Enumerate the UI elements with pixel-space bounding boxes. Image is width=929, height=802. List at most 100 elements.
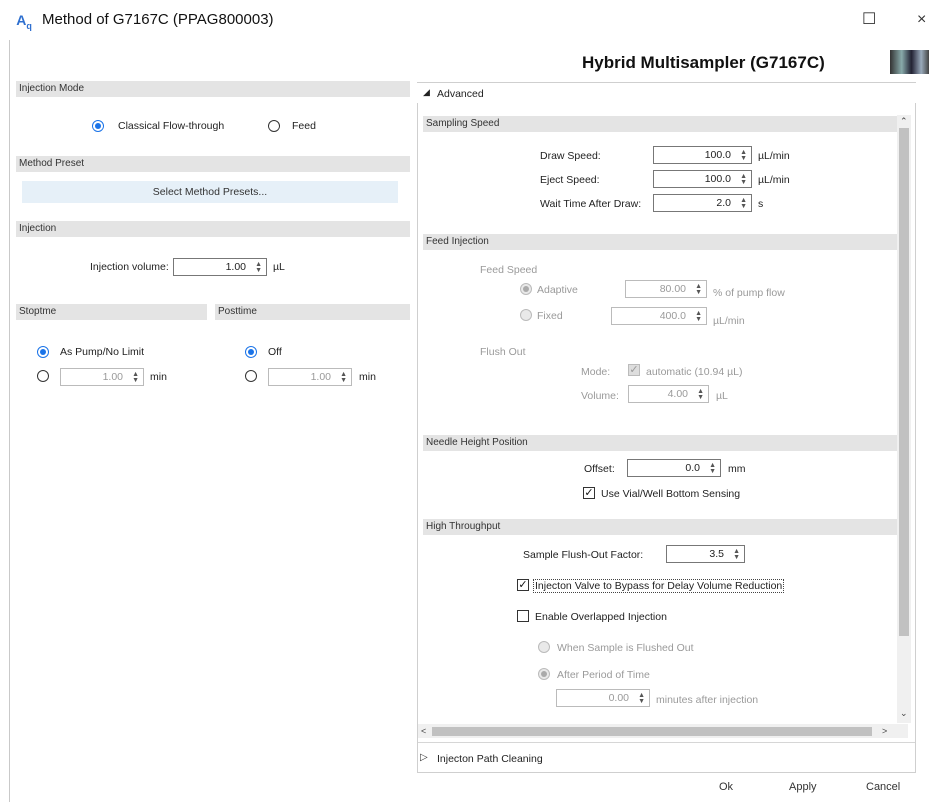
as-pump-no-limit-label: As Pump/No Limit xyxy=(60,346,145,358)
spin-down-icon[interactable]: ▼ xyxy=(709,468,716,475)
radio-posttime-off[interactable] xyxy=(245,346,257,358)
collapse-triangle-icon[interactable]: ◢ xyxy=(423,87,430,98)
posttime-header: Posttime xyxy=(215,304,410,320)
injection-mode-header: Injection Mode xyxy=(16,81,410,97)
wait-time-value: 2.0 xyxy=(716,197,731,209)
wait-time-input[interactable]: 2.0 ▲ ▼ xyxy=(653,194,752,212)
horizontal-scroll-thumb[interactable] xyxy=(432,727,872,736)
stoptime-header: Stoptme xyxy=(16,304,207,320)
flush-out-label: Flush Out xyxy=(480,346,526,358)
flush-volume-label: Volume: xyxy=(581,390,619,402)
adaptive-input[interactable]: 80.00 ▲ ▼ xyxy=(625,280,707,298)
adaptive-value: 80.00 xyxy=(659,283,686,295)
injection-volume-value: 1.00 xyxy=(225,261,246,273)
period-value: 0.00 xyxy=(608,692,629,704)
maximize-icon[interactable]: ☐ xyxy=(862,10,876,30)
period-unit: minutes after injection xyxy=(656,694,759,706)
device-title: Hybrid Multisampler (G7167C) xyxy=(582,53,825,72)
stoptime-unit: min xyxy=(150,371,167,383)
fixed-label: Fixed xyxy=(537,310,563,322)
posttime-off-label: Off xyxy=(268,346,282,358)
posttime-input[interactable]: 1.00 ▲ ▼ xyxy=(268,368,352,386)
radio-feed[interactable] xyxy=(268,120,280,132)
flush-volume-input[interactable]: 4.00 ▲ ▼ xyxy=(628,385,709,403)
overlapped-injection-checkbox[interactable] xyxy=(517,610,529,622)
spin-down-icon[interactable]: ▼ xyxy=(740,155,747,162)
stoptime-value: 1.00 xyxy=(102,371,123,383)
feed-injection-header: Feed Injection xyxy=(423,234,897,250)
eject-speed-input[interactable]: 100.0 ▲ ▼ xyxy=(653,170,752,188)
mode-automatic-checkbox[interactable]: ✓ xyxy=(628,364,640,376)
sampling-speed-header: Sampling Speed xyxy=(423,116,897,132)
adaptive-label: Adaptive xyxy=(537,284,578,296)
radio-stoptime-value[interactable] xyxy=(37,370,49,382)
injection-header: Injection xyxy=(16,221,410,237)
device-image xyxy=(890,50,929,74)
select-method-presets-button[interactable]: Select Method Presets... xyxy=(22,181,398,203)
cancel-button[interactable]: Cancel xyxy=(866,781,900,793)
window-title: Method of G7167C (PPAG800003) xyxy=(42,11,274,28)
expand-triangle-icon[interactable]: ▷ xyxy=(420,752,428,763)
scroll-up-icon[interactable]: ⌃ xyxy=(900,116,908,127)
offset-label: Offset: xyxy=(584,463,615,475)
scroll-left-icon[interactable]: < xyxy=(421,726,426,736)
when-flushed-out-label: When Sample is Flushed Out xyxy=(557,642,694,654)
fixed-input[interactable]: 400.0 ▲ ▼ xyxy=(611,307,707,325)
spin-down-icon[interactable]: ▼ xyxy=(740,203,747,210)
overlapped-injection-label: Enable Overlapped Injection xyxy=(535,611,667,623)
needle-height-header: Needle Height Position xyxy=(423,435,897,451)
spin-down-icon[interactable]: ▼ xyxy=(697,394,704,401)
draw-speed-value: 100.0 xyxy=(704,149,731,161)
feed-speed-label: Feed Speed xyxy=(480,264,538,276)
stoptime-input[interactable]: 1.00 ▲ ▼ xyxy=(60,368,144,386)
classical-flow-through-label: Classical Flow-through xyxy=(118,120,225,132)
radio-when-flushed-out[interactable] xyxy=(538,641,550,653)
method-preset-header: Method Preset xyxy=(16,156,410,172)
advanced-header-bar[interactable] xyxy=(417,83,916,103)
flush-out-factor-input[interactable]: 3.5 ▲ ▼ xyxy=(666,545,745,563)
spin-down-icon[interactable]: ▼ xyxy=(695,289,702,296)
feed-label: Feed xyxy=(292,120,316,132)
mode-label: Mode: xyxy=(581,366,611,378)
spin-down-icon[interactable]: ▼ xyxy=(132,377,139,384)
draw-speed-input[interactable]: 100.0 ▲ ▼ xyxy=(653,146,752,164)
draw-speed-unit: µL/min xyxy=(758,150,790,162)
bottom-sensing-label: Use Vial/Well Bottom Sensing xyxy=(601,488,741,500)
radio-classical-flow-through[interactable] xyxy=(92,120,104,132)
after-period-label: After Period of Time xyxy=(557,669,650,681)
spin-down-icon[interactable]: ▼ xyxy=(733,554,740,561)
fixed-unit: µL/min xyxy=(713,315,745,327)
spin-down-icon[interactable]: ▼ xyxy=(740,179,747,186)
ok-button[interactable]: Ok xyxy=(719,781,733,793)
vertical-scroll-thumb[interactable] xyxy=(899,128,909,636)
radio-posttime-value[interactable] xyxy=(245,370,257,382)
apply-button[interactable]: Apply xyxy=(789,781,817,793)
flush-out-factor-label: Sample Flush-Out Factor: xyxy=(523,549,644,561)
spin-down-icon[interactable]: ▼ xyxy=(695,316,702,323)
spin-down-icon[interactable]: ▼ xyxy=(340,377,347,384)
injection-path-cleaning-header[interactable]: Injecton Path Cleaning xyxy=(437,753,543,765)
period-input[interactable]: 0.00 ▲ ▼ xyxy=(556,689,650,707)
injection-volume-unit: µL xyxy=(273,261,285,273)
scroll-down-icon[interactable]: ⌄ xyxy=(900,708,908,719)
close-icon[interactable]: × xyxy=(917,10,926,30)
injection-volume-label: Injection volume: xyxy=(90,261,169,273)
spin-down-icon[interactable]: ▼ xyxy=(255,267,262,274)
bypass-valve-checkbox[interactable]: ✓ xyxy=(517,579,529,591)
posttime-value: 1.00 xyxy=(310,371,331,383)
scroll-right-icon[interactable]: > xyxy=(882,726,887,736)
injection-volume-input[interactable]: 1.00 ▲ ▼ xyxy=(173,258,267,276)
radio-adaptive[interactable] xyxy=(520,283,532,295)
eject-speed-label: Eject Speed: xyxy=(540,174,600,186)
radio-after-period[interactable] xyxy=(538,668,550,680)
offset-input[interactable]: 0.0 ▲ ▼ xyxy=(627,459,721,477)
bottom-sensing-checkbox[interactable]: ✓ xyxy=(583,487,595,499)
spin-down-icon[interactable]: ▼ xyxy=(638,698,645,705)
radio-as-pump-no-limit[interactable] xyxy=(37,346,49,358)
divider xyxy=(418,742,915,743)
radio-fixed[interactable] xyxy=(520,309,532,321)
adaptive-unit: % of pump flow xyxy=(713,287,785,299)
flush-volume-value: 4.00 xyxy=(667,388,688,400)
app-icon: Aq xyxy=(16,12,32,31)
draw-speed-label: Draw Speed: xyxy=(540,150,601,162)
